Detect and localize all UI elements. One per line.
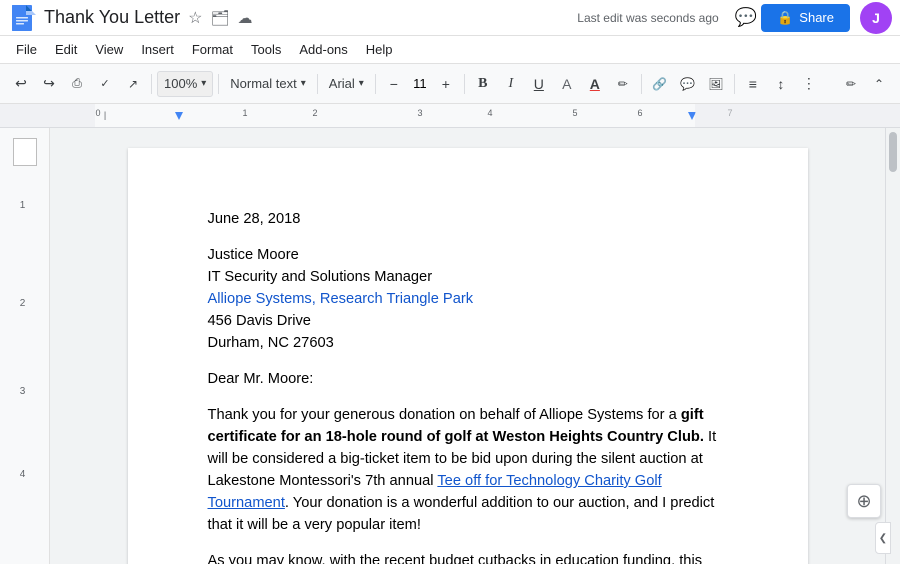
font-size-increase-button[interactable]: +: [433, 71, 459, 97]
caret-button[interactable]: ⌃: [866, 71, 892, 97]
menu-file[interactable]: File: [8, 39, 45, 60]
toolbar-separator-4: [375, 74, 376, 94]
svg-text:6: 6: [637, 108, 642, 118]
comment-button[interactable]: 💬: [675, 71, 701, 97]
line-num-2: 2: [20, 290, 26, 318]
spellcheck-button[interactable]: ✓: [92, 71, 118, 97]
line-spacing-button[interactable]: ↕: [768, 71, 794, 97]
more-options-button[interactable]: ⋮: [796, 71, 822, 97]
addressee-title: IT Security and Solutions Manager: [208, 266, 728, 288]
svg-text:4: 4: [487, 108, 492, 118]
letter-salutation: Dear Mr. Moore:: [208, 368, 728, 390]
zoom-dropdown[interactable]: 100% ▾: [157, 71, 213, 97]
toolbar-separator-3: [317, 74, 318, 94]
chat-button[interactable]: 💬: [731, 3, 761, 32]
toolbar-separator-7: [734, 74, 735, 94]
toolbar: ↩ ↪ ⎙ ✓ ↗ 100% ▾ Normal text ▾ Arial ▾ −…: [0, 64, 900, 104]
align-button[interactable]: ≡: [740, 71, 766, 97]
addressee-company: Alliope Systems, Research Triangle Park: [208, 288, 728, 310]
paint-format-button[interactable]: ↗: [120, 71, 146, 97]
font-size-decrease-button[interactable]: −: [381, 71, 407, 97]
image-button[interactable]: 🖼: [703, 71, 729, 97]
letter-paragraph-1: Thank you for your generous donation on …: [208, 404, 728, 536]
letter-address: Justice Moore IT Security and Solutions …: [208, 244, 728, 354]
menu-format[interactable]: Format: [184, 39, 241, 60]
collapse-panel-button[interactable]: ❮: [875, 522, 891, 554]
title-action-icons: ☆ 🗂 ☁: [188, 8, 252, 28]
menu-help[interactable]: Help: [358, 39, 401, 60]
style-dropdown[interactable]: Normal text ▾: [224, 71, 312, 97]
letter-date: June 28, 2018: [208, 208, 728, 230]
italic-button[interactable]: I: [498, 71, 524, 97]
share-lock-icon: 🔒: [777, 10, 793, 26]
strikethrough-button[interactable]: A: [554, 71, 580, 97]
toolbar-separator-5: [464, 74, 465, 94]
user-avatar[interactable]: J: [860, 2, 892, 34]
toolbar-separator-2: [218, 74, 219, 94]
document-canvas[interactable]: June 28, 2018 Justice Moore IT Security …: [50, 128, 885, 564]
addressee-name: Justice Moore: [208, 244, 728, 266]
svg-text:2: 2: [312, 108, 317, 118]
ruler: | 0 1 2 3 4 5 6 7: [0, 104, 900, 128]
page-thumbnail: [13, 138, 37, 166]
google-docs-icon: [8, 4, 36, 32]
font-dropdown[interactable]: Arial ▾: [323, 71, 370, 97]
print-button[interactable]: ⎙: [64, 71, 90, 97]
font-size-value: 11: [409, 76, 431, 91]
addressee-street: 456 Davis Drive: [208, 310, 728, 332]
highlight-button[interactable]: ✏: [610, 71, 636, 97]
menu-addons[interactable]: Add-ons: [291, 39, 355, 60]
scrollbar-thumb[interactable]: [889, 132, 897, 172]
svg-text:5: 5: [572, 108, 577, 118]
svg-text:1: 1: [242, 108, 247, 118]
line-num-4: 4: [20, 461, 26, 489]
toolbar-separator-6: [641, 74, 642, 94]
doc-title: Thank You Letter: [44, 7, 180, 28]
underline-button[interactable]: U: [526, 71, 552, 97]
ruler-svg: | 0 1 2 3 4 5 6 7: [0, 104, 900, 127]
link-button[interactable]: 🔗: [647, 71, 673, 97]
line-num-1: 1: [20, 192, 26, 220]
menu-insert[interactable]: Insert: [133, 39, 182, 60]
main-area: 1 2 3 4 June 28, 2018 Justice Moore IT S…: [0, 128, 900, 564]
fab-explore-button[interactable]: ⊕: [847, 484, 881, 518]
letter-paragraph-2: As you may know, with the recent budget …: [208, 550, 728, 564]
menu-tools[interactable]: Tools: [243, 39, 289, 60]
svg-text:|: |: [104, 110, 106, 120]
folder-icon[interactable]: 🗂: [210, 9, 229, 27]
toolbar-separator-1: [151, 74, 152, 94]
menu-bar: File Edit View Insert Format Tools Add-o…: [0, 36, 900, 64]
svg-text:3: 3: [417, 108, 422, 118]
cloud-icon[interactable]: ☁: [238, 9, 253, 27]
menu-edit[interactable]: Edit: [47, 39, 85, 60]
editing-mode-button[interactable]: ✏: [838, 71, 864, 97]
menu-view[interactable]: View: [87, 39, 131, 60]
svg-text:0: 0: [95, 108, 100, 118]
document-page: June 28, 2018 Justice Moore IT Security …: [128, 148, 808, 564]
share-button[interactable]: 🔒 Share: [761, 4, 850, 32]
line-num-3: 3: [20, 378, 26, 406]
left-sidebar: 1 2 3 4: [0, 128, 50, 564]
text-color-button[interactable]: A: [582, 71, 608, 97]
star-icon[interactable]: ☆: [188, 8, 202, 28]
bold-button[interactable]: B: [470, 71, 496, 97]
redo-button[interactable]: ↪: [36, 71, 62, 97]
title-bar: Thank You Letter ☆ 🗂 ☁ Last edit was sec…: [0, 0, 900, 36]
edit-time: Last edit was seconds ago: [577, 11, 718, 25]
addressee-city: Durham, NC 27603: [208, 332, 728, 354]
right-scrollbar[interactable]: ⊕ ❮: [885, 128, 900, 564]
undo-button[interactable]: ↩: [8, 71, 34, 97]
